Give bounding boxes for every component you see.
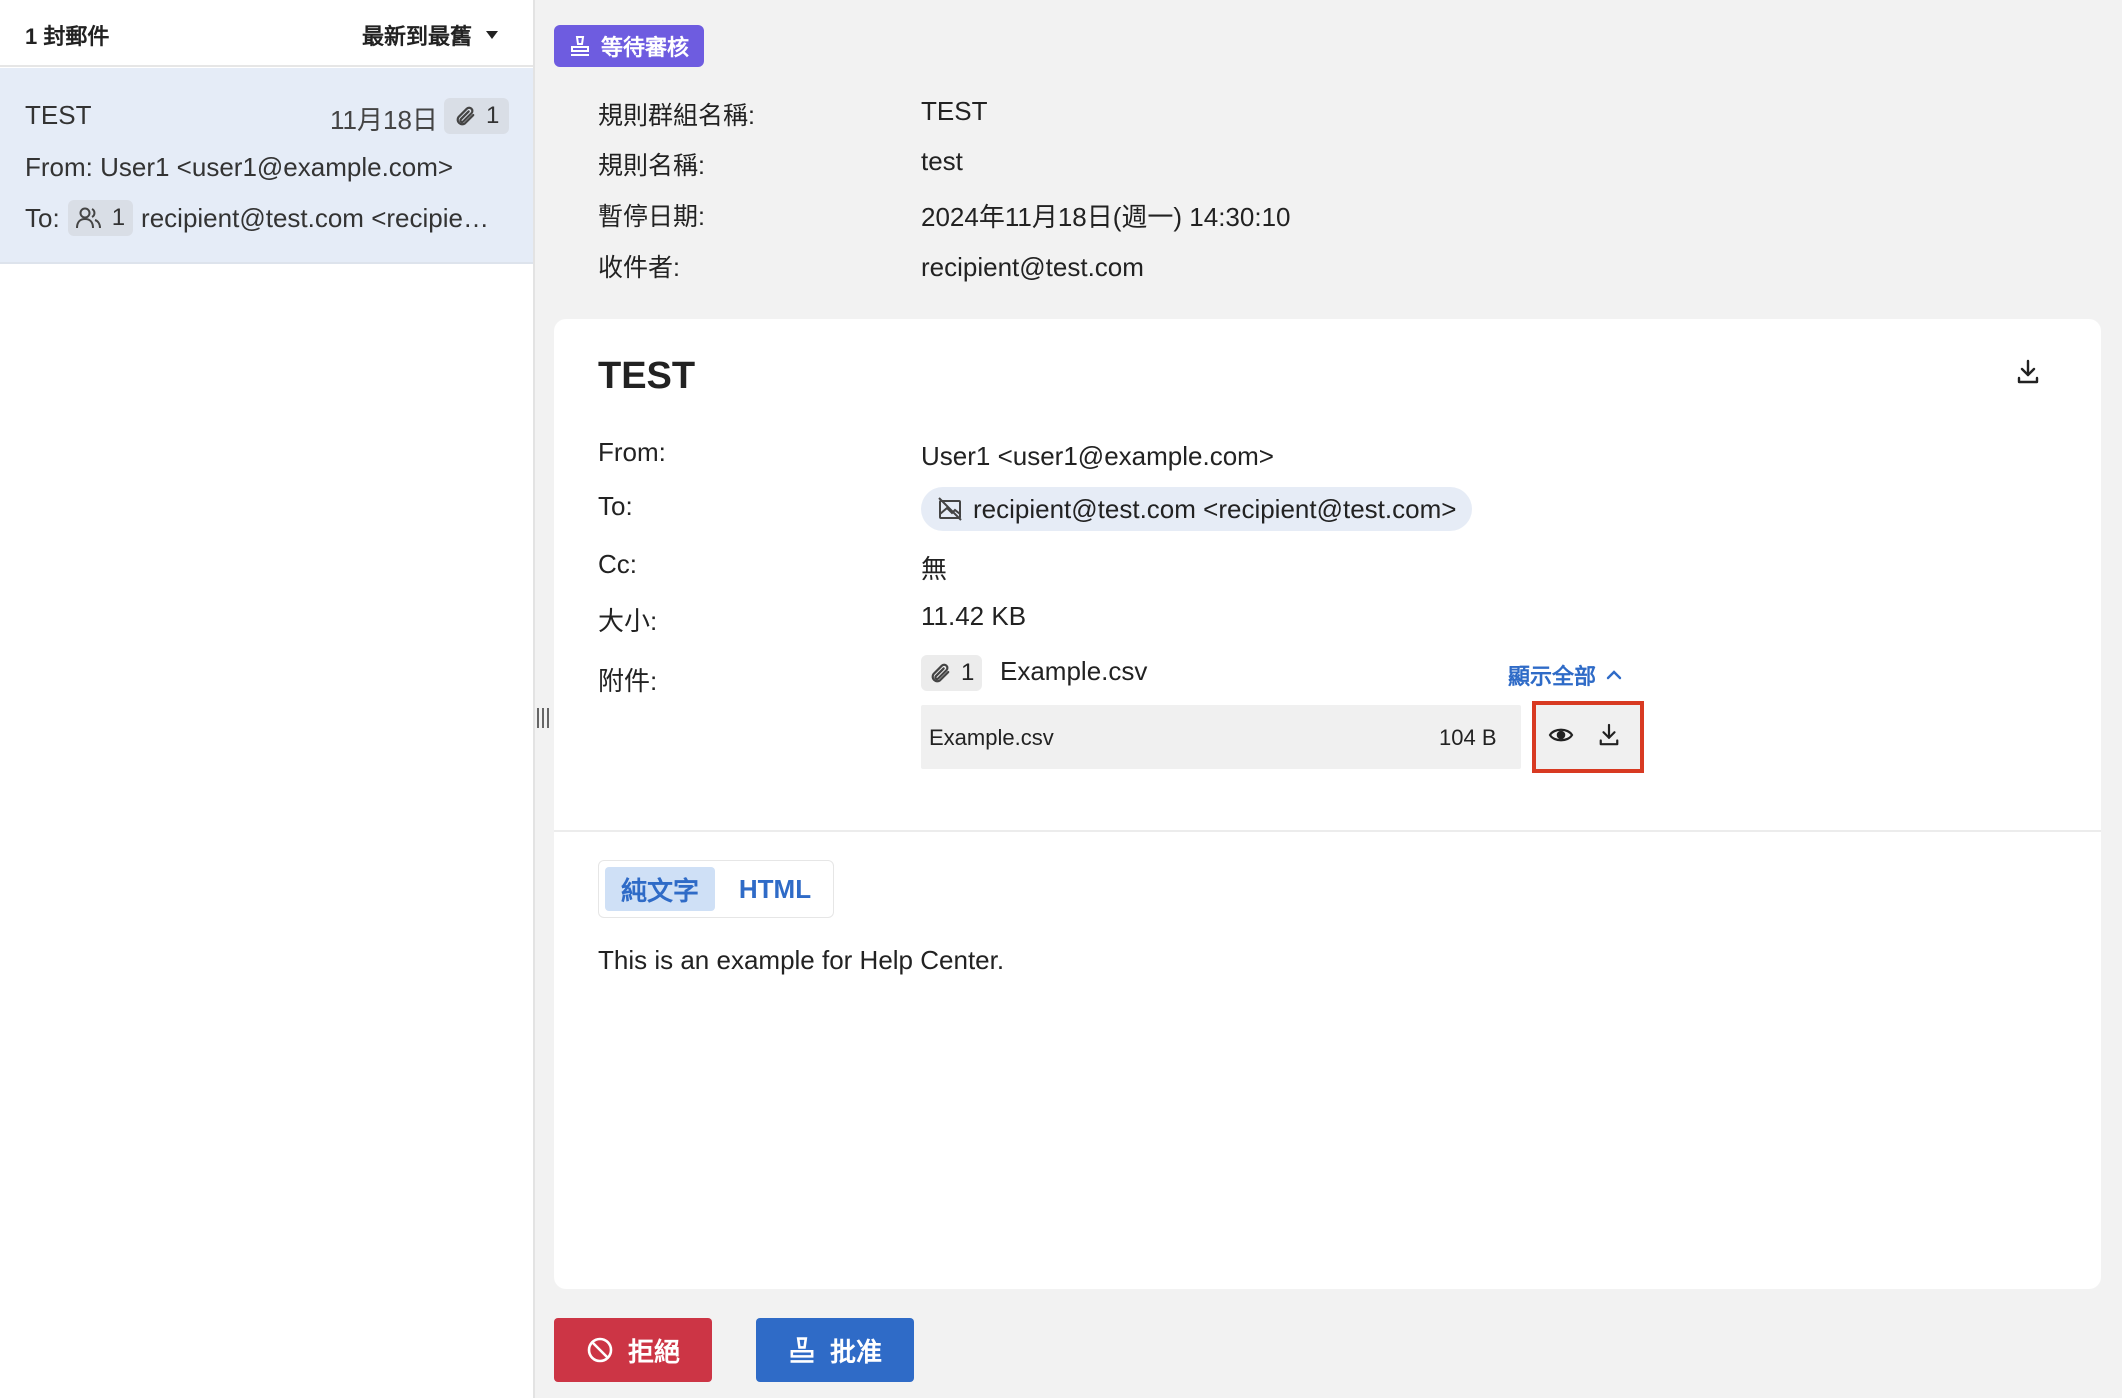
stamp-icon bbox=[788, 1336, 816, 1364]
ban-icon bbox=[586, 1336, 614, 1364]
body-format-tabs: 純文字 HTML bbox=[598, 860, 834, 918]
from-label: From: bbox=[598, 437, 666, 467]
sort-dropdown[interactable]: 最新到最舊 bbox=[362, 19, 499, 51]
message-subject: TEST bbox=[598, 355, 696, 397]
recipient-label: 收件者: bbox=[598, 254, 680, 282]
message-card: TEST From: User1 <user1@example.com> To:… bbox=[554, 319, 2101, 1289]
message-body: This is an example for Help Center. bbox=[598, 945, 1005, 975]
rule-group-value: TEST bbox=[921, 96, 988, 126]
paperclip-icon bbox=[929, 661, 951, 685]
chevron-up-icon bbox=[1606, 670, 1622, 680]
attachment-file-size: 104 B bbox=[1439, 725, 1497, 750]
paperclip-icon bbox=[454, 104, 476, 128]
download-icon[interactable] bbox=[1598, 723, 1620, 747]
status-label: 等待審核 bbox=[601, 35, 690, 60]
users-icon bbox=[75, 207, 102, 229]
attachment-count: 1 bbox=[961, 659, 975, 686]
tab-plain-text[interactable]: 純文字 bbox=[605, 867, 715, 911]
cc-label: Cc: bbox=[598, 549, 637, 579]
paused-date-value: 2024年11月18日(週一) 14:30:10 bbox=[921, 202, 1291, 232]
attachment-file-name: Example.csv bbox=[929, 725, 1054, 750]
pane-resize-handle[interactable] bbox=[537, 708, 551, 732]
message-count: 1 封郵件 bbox=[25, 24, 110, 49]
list-item-to: To: 1 recipient@test.com <recipient@test… bbox=[25, 200, 497, 236]
list-item-from: From: User1 <user1@example.com> bbox=[25, 152, 454, 182]
stamp-icon bbox=[569, 35, 591, 57]
from-value: User1 <user1@example.com> bbox=[921, 441, 1274, 471]
rule-group-label: 規則群組名稱: bbox=[598, 102, 755, 130]
attachment-count: 1 bbox=[486, 102, 500, 129]
paused-date-label: 暫停日期: bbox=[598, 203, 705, 231]
status-badge: 等待審核 bbox=[554, 25, 705, 67]
size-label: 大小: bbox=[598, 606, 658, 636]
list-item-recipient: recipient@test.com <recipient@test.com> bbox=[141, 202, 497, 233]
eye-icon[interactable] bbox=[1548, 725, 1574, 745]
chevron-down-icon bbox=[486, 31, 499, 39]
tab-html[interactable]: HTML bbox=[721, 867, 829, 911]
list-item-subject: TEST bbox=[25, 100, 92, 130]
approve-button[interactable]: 批准 bbox=[756, 1318, 914, 1382]
recipient-count: 1 bbox=[111, 204, 126, 231]
rule-name-value: test bbox=[921, 146, 963, 176]
attachments-label: 附件: bbox=[598, 666, 658, 696]
recipient-count-badge: 1 bbox=[67, 200, 134, 236]
attachment-row: Example.csv 104 B bbox=[921, 705, 1521, 769]
no-image-icon bbox=[937, 496, 963, 522]
attachment-count-badge: 1 bbox=[444, 98, 510, 134]
approve-label: 批准 bbox=[829, 1336, 882, 1367]
to-label: To: bbox=[25, 202, 60, 233]
rule-name-label: 規則名稱: bbox=[598, 152, 705, 180]
sort-label: 最新到最舊 bbox=[362, 24, 473, 49]
show-all-toggle[interactable]: 顯示全部 bbox=[1508, 659, 1622, 691]
attachment-actions-highlight bbox=[1532, 701, 1644, 773]
show-all-label: 顯示全部 bbox=[1508, 664, 1597, 689]
to-label: To: bbox=[598, 491, 633, 521]
cc-value: 無 bbox=[921, 554, 948, 584]
message-list-header: 1 封郵件 最新到最舊 bbox=[0, 0, 533, 67]
card-divider bbox=[554, 830, 2101, 832]
list-item-date: 11月18日 bbox=[330, 105, 438, 135]
message-list-pane: 1 封郵件 最新到最舊 TEST 11月18日 1 From: User1 <u… bbox=[0, 0, 535, 1398]
recipient-value: recipient@test.com bbox=[921, 252, 1144, 282]
reject-button[interactable]: 拒絕 bbox=[554, 1318, 712, 1382]
message-list-item[interactable]: TEST 11月18日 1 From: User1 <user1@example… bbox=[0, 68, 533, 264]
reject-label: 拒絕 bbox=[627, 1336, 680, 1367]
attachment-summary-name: Example.csv bbox=[1000, 656, 1148, 686]
attachment-count-badge: 1 bbox=[921, 655, 983, 691]
download-icon[interactable] bbox=[2016, 359, 2040, 385]
recipient-chip[interactable]: recipient@test.com <recipient@test.com> bbox=[921, 487, 1473, 531]
recipient-chip-label: recipient@test.com <recipient@test.com> bbox=[973, 493, 1457, 524]
size-value: 11.42 KB bbox=[921, 601, 1027, 631]
